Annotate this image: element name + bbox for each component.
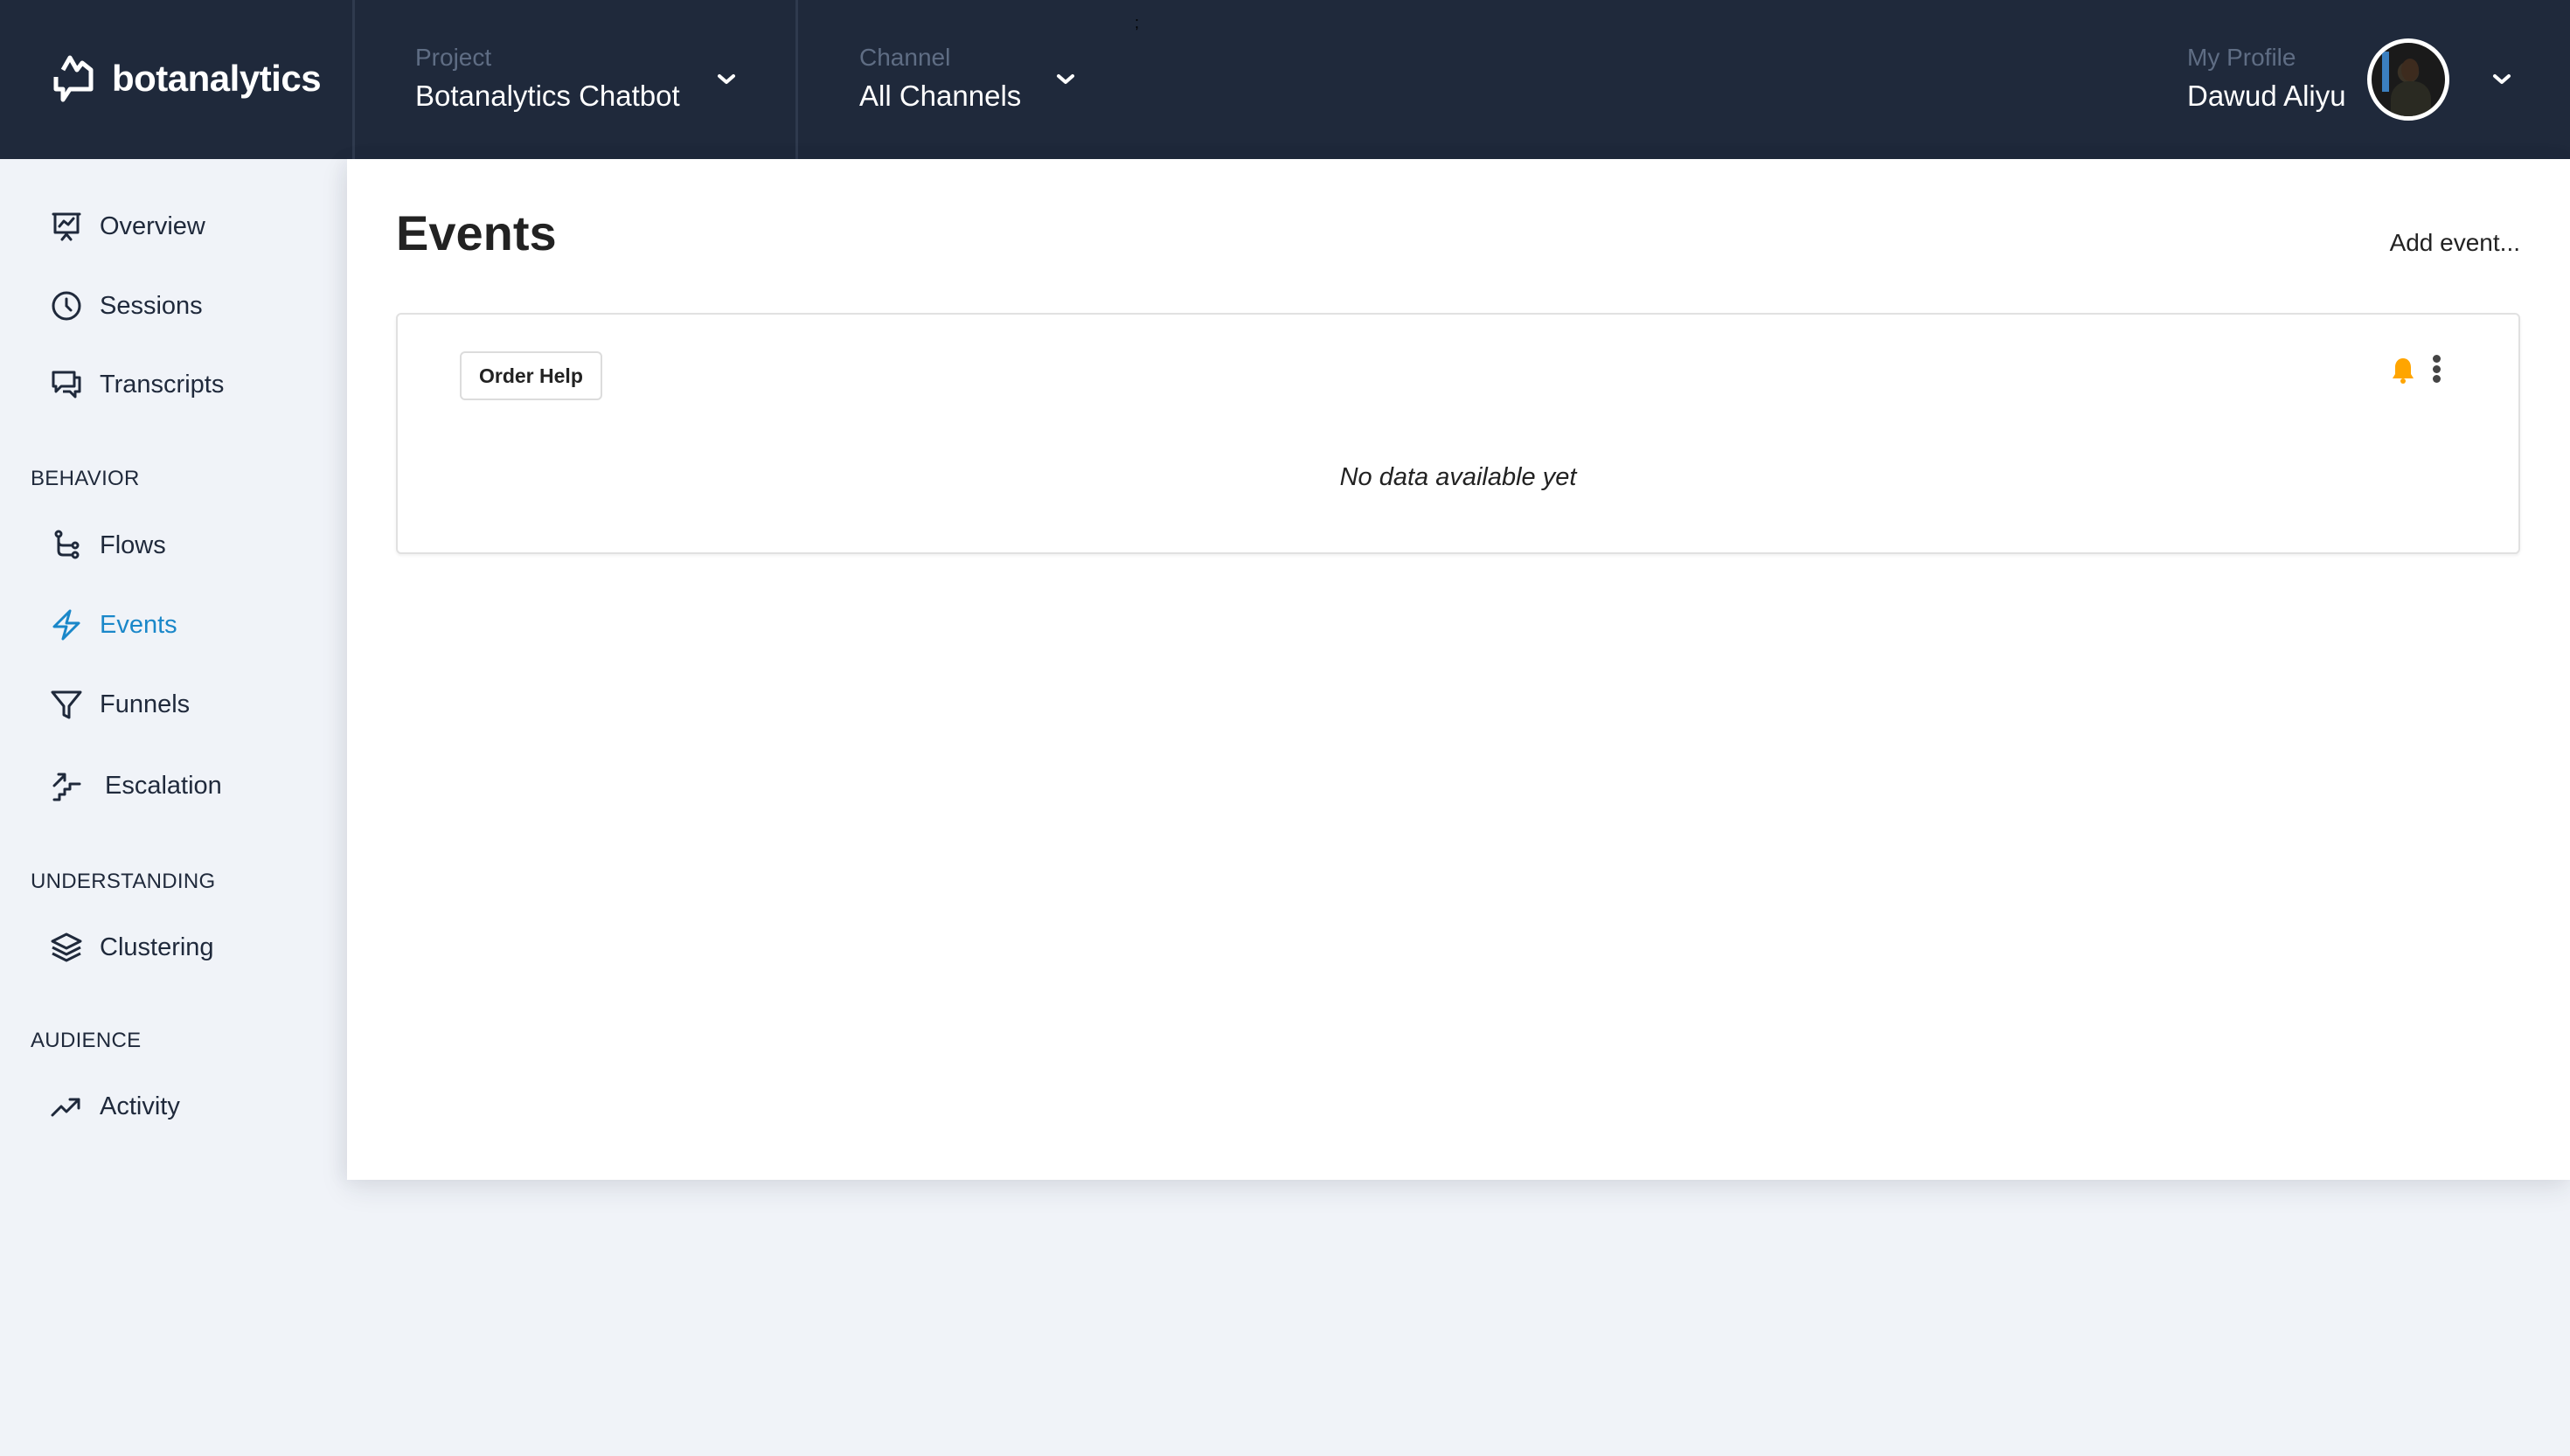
sidebar-item-overview[interactable]: Overview bbox=[51, 205, 205, 248]
header-divider bbox=[795, 0, 798, 159]
event-card: Order Help No data available yet bbox=[396, 313, 2520, 554]
project-value: Botanalytics Chatbot bbox=[415, 80, 680, 112]
channel-value: All Channels bbox=[859, 80, 1022, 112]
header-divider bbox=[352, 0, 355, 159]
stairs-arrow-icon bbox=[52, 773, 81, 801]
nav-label: Clustering bbox=[100, 933, 214, 961]
channel-label: Channel bbox=[859, 44, 951, 71]
sidebar-item-funnels[interactable]: Funnels bbox=[51, 683, 190, 726]
presentation-chart-icon bbox=[52, 212, 81, 241]
sidebar-item-transcripts[interactable]: Transcripts bbox=[51, 363, 224, 406]
sidebar: Overview Sessions Transcripts BEHAVIOR F… bbox=[0, 159, 347, 1456]
nav-label: Funnels bbox=[100, 690, 191, 718]
chat-bubbles-icon bbox=[52, 371, 81, 399]
layers-icon bbox=[51, 933, 82, 962]
sidebar-item-clustering[interactable]: Clustering bbox=[51, 926, 214, 969]
avatar[interactable] bbox=[2367, 38, 2449, 121]
nav-label: Flows bbox=[100, 530, 166, 559]
chevron-down-icon[interactable] bbox=[2491, 73, 2512, 87]
chevron-down-icon[interactable] bbox=[716, 73, 737, 87]
project-selector[interactable]: Project Botanalytics Chatbot bbox=[415, 42, 680, 115]
section-title-behavior: BEHAVIOR bbox=[31, 467, 140, 490]
sidebar-item-flows[interactable]: Flows bbox=[51, 523, 166, 567]
top-header: botanalytics Project Botanalytics Chatbo… bbox=[0, 0, 2570, 159]
nav-label: Escalation bbox=[105, 771, 222, 800]
profile-menu[interactable]: My Profile Dawud Aliyu bbox=[2187, 42, 2346, 115]
section-title-understanding: UNDERSTANDING bbox=[31, 870, 216, 893]
kebab-menu-icon[interactable] bbox=[2431, 355, 2442, 383]
add-event-button[interactable]: Add event... bbox=[2390, 229, 2520, 257]
event-name-chip[interactable]: Order Help bbox=[460, 351, 602, 400]
nav-label: Sessions bbox=[100, 291, 203, 320]
project-label: Project bbox=[415, 44, 492, 71]
profile-label: My Profile bbox=[2187, 44, 2296, 71]
nav-label: Activity bbox=[100, 1092, 180, 1120]
channel-selector[interactable]: Channel All Channels bbox=[859, 42, 1021, 115]
brand-logo[interactable]: botanalytics bbox=[51, 49, 322, 108]
trending-up-icon bbox=[51, 1098, 80, 1117]
funnel-icon bbox=[51, 690, 82, 719]
chevron-down-icon[interactable] bbox=[1055, 73, 1076, 87]
nav-label: Events bbox=[100, 610, 177, 639]
stray-glyph: ; bbox=[1135, 14, 1140, 31]
flow-branch-icon bbox=[54, 530, 80, 559]
bell-icon[interactable] bbox=[2391, 357, 2415, 385]
page-title: Events bbox=[396, 205, 557, 260]
nav-label: Transcripts bbox=[100, 370, 225, 399]
sidebar-item-events[interactable]: Events bbox=[51, 603, 177, 647]
empty-state-message: No data available yet bbox=[1339, 463, 1577, 491]
clock-icon bbox=[52, 291, 81, 321]
main-content: Events Add event... Order Help No data a… bbox=[347, 159, 2570, 1180]
brand-name: botanalytics bbox=[112, 58, 322, 99]
sidebar-item-escalation[interactable]: Escalation bbox=[51, 764, 222, 808]
nav-label: Overview bbox=[100, 211, 205, 240]
sidebar-item-sessions[interactable]: Sessions bbox=[51, 284, 203, 328]
sidebar-item-activity[interactable]: Activity bbox=[51, 1085, 180, 1128]
section-title-audience: AUDIENCE bbox=[31, 1029, 142, 1052]
profile-name: Dawud Aliyu bbox=[2187, 80, 2346, 112]
lightning-icon bbox=[52, 609, 80, 641]
botanalytics-logo-icon bbox=[53, 55, 94, 102]
